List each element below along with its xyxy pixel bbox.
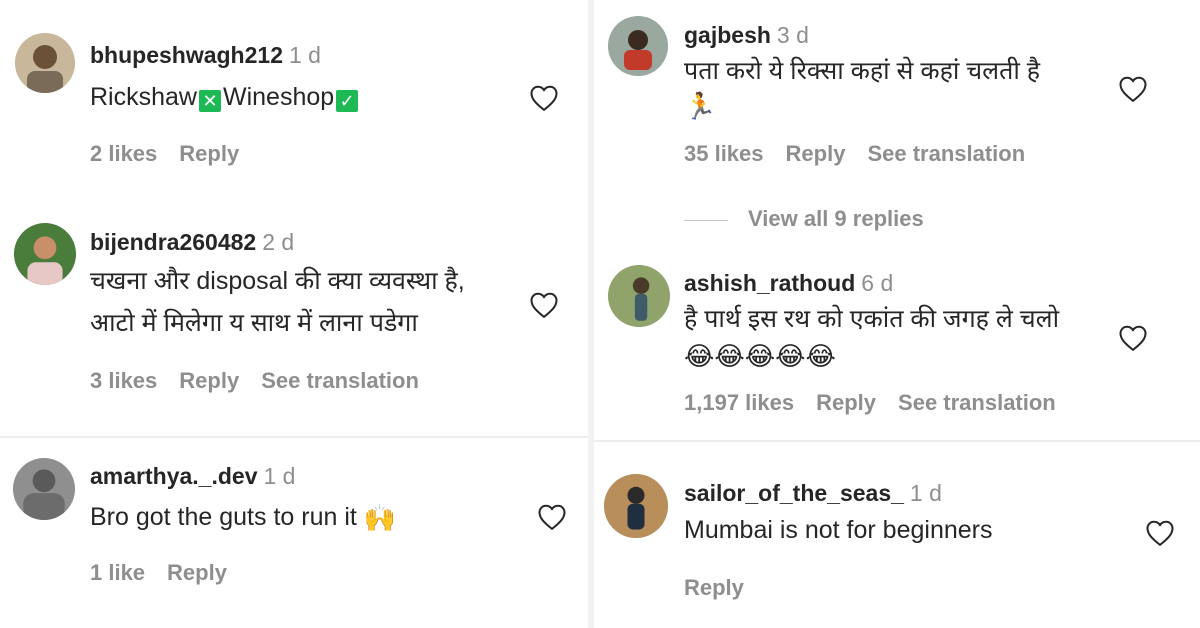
comment-text-line: आटो में मिलेगा य साथ में लाना पडेगा <box>90 309 418 337</box>
see-translation-button[interactable]: See translation <box>898 390 1056 415</box>
like-heart-icon[interactable] <box>1118 324 1148 352</box>
timestamp: 1 d <box>909 480 942 506</box>
comment-text-line: पता करो ये रिक्सा कहां से कहां चलती है <box>684 57 1041 85</box>
likes-count[interactable]: 2 likes <box>90 141 157 166</box>
section-divider <box>594 440 1200 442</box>
avatar[interactable] <box>15 33 75 93</box>
username[interactable]: ashish_rathoud <box>684 270 855 296</box>
reply-button[interactable]: Reply <box>179 368 239 393</box>
comment-actions: 1,197 likes Reply See translation <box>684 390 1078 416</box>
avatar[interactable] <box>604 474 668 538</box>
likes-count[interactable]: 35 likes <box>684 141 764 166</box>
timestamp: 6 d <box>861 270 894 296</box>
comment-text: Rickshaw ✕ Wineshop ✓ <box>90 80 360 114</box>
section-divider <box>0 436 588 438</box>
comment-text-line: है पार्थ इस रथ को एकांत की जगह ले चलो <box>684 305 1060 333</box>
reply-button[interactable]: Reply <box>179 141 239 166</box>
avatar[interactable] <box>13 458 75 520</box>
comment-text: Bro got the guts to run it 🙌 <box>90 500 396 535</box>
comment-header: amarthya._.dev 1 d <box>90 463 295 490</box>
like-heart-icon[interactable] <box>537 503 567 531</box>
comment-header: bhupeshwagh212 1 d <box>90 42 321 69</box>
laughing-emoji-icon: 😂😂😂😂😂 <box>684 341 836 372</box>
comment-text-part: Rickshaw <box>90 83 197 111</box>
reply-button[interactable]: Reply <box>786 141 846 166</box>
see-translation-button[interactable]: See translation <box>261 368 419 393</box>
comment-actions: 35 likes Reply See translation <box>684 141 1047 167</box>
comment-actions: 3 likes Reply See translation <box>90 368 441 394</box>
timestamp: 2 d <box>262 229 295 255</box>
reply-button[interactable]: Reply <box>684 575 744 600</box>
comment-actions: 2 likes Reply <box>90 141 261 167</box>
comment-actions: 1 like Reply <box>90 560 249 586</box>
username[interactable]: bijendra260482 <box>90 229 256 255</box>
replies-line <box>684 219 728 221</box>
username[interactable]: amarthya._.dev <box>90 463 257 489</box>
comment-emoji-line: 😂😂😂😂😂 <box>684 338 836 373</box>
avatar[interactable] <box>608 265 670 327</box>
like-heart-icon[interactable] <box>1118 75 1148 103</box>
like-heart-icon[interactable] <box>529 84 559 112</box>
comment-actions: Reply <box>684 575 766 601</box>
reply-button[interactable]: Reply <box>816 390 876 415</box>
username[interactable]: bhupeshwagh212 <box>90 42 283 68</box>
timestamp: 1 d <box>288 42 321 68</box>
avatar[interactable] <box>14 223 76 285</box>
comment-text-body: Bro got the guts to run it <box>90 503 357 531</box>
comment-header: gajbesh 3 d <box>684 22 809 49</box>
timestamp: 1 d <box>263 463 296 489</box>
runner-icon: 🏃 <box>684 91 717 122</box>
likes-count[interactable]: 1 like <box>90 560 145 585</box>
column-divider <box>588 0 594 628</box>
likes-count[interactable]: 3 likes <box>90 368 157 393</box>
likes-count[interactable]: 1,197 likes <box>684 390 794 415</box>
comment-header: bijendra260482 2 d <box>90 229 294 256</box>
check-mark-icon: ✓ <box>336 90 359 112</box>
avatar[interactable] <box>608 16 668 76</box>
username[interactable]: sailor_of_the_seas_ <box>684 480 904 506</box>
username[interactable]: gajbesh <box>684 22 771 48</box>
cross-mark-icon: ✕ <box>198 90 221 112</box>
timestamp: 3 d <box>776 22 809 48</box>
reply-button[interactable]: Reply <box>167 560 227 585</box>
comment-text-part: Wineshop <box>222 83 335 111</box>
view-replies-label: View all 9 replies <box>748 206 924 231</box>
view-replies-button[interactable]: View all 9 replies <box>684 206 924 232</box>
like-heart-icon[interactable] <box>1145 519 1175 547</box>
comment-emoji-line: 🏃 <box>684 88 716 123</box>
raised-hands-icon: 🙌 <box>363 503 397 534</box>
comment-header: sailor_of_the_seas_ 1 d <box>684 480 942 507</box>
comment-text-line: Mumbai is not for beginners <box>684 516 993 544</box>
comment-text-line: चखना और disposal की क्या व्यवस्था है, <box>90 267 465 295</box>
comment-header: ashish_rathoud 6 d <box>684 270 893 297</box>
like-heart-icon[interactable] <box>529 291 559 319</box>
see-translation-button[interactable]: See translation <box>867 141 1025 166</box>
